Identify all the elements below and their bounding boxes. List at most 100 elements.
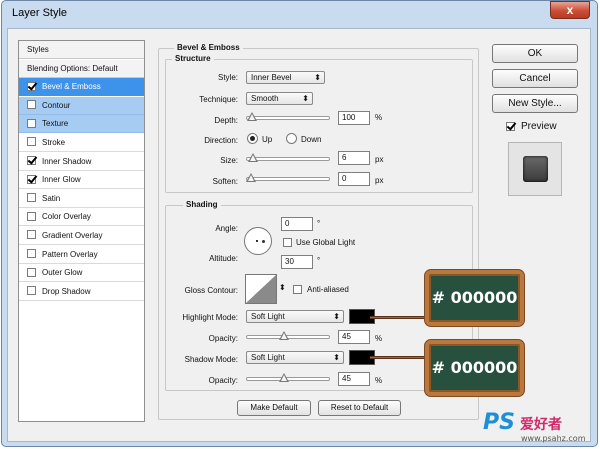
direction-down-radio[interactable] (286, 133, 297, 144)
preview-label: Preview (521, 121, 557, 132)
close-button[interactable]: x (550, 1, 590, 19)
use-global-light-label: Use Global Light (296, 238, 356, 247)
sidebar-item-label: Inner Shadow (42, 156, 92, 166)
highlight-opacity-thumb[interactable] (279, 331, 290, 340)
angle-dial-dot (262, 240, 265, 243)
technique-select[interactable]: Smooth (246, 92, 313, 105)
sidebar-item[interactable]: Contour (19, 96, 144, 115)
contour-curve (246, 275, 276, 303)
sidebar-item[interactable]: Stroke (19, 134, 144, 152)
size-slider-thumb[interactable] (248, 153, 259, 162)
soften-label: Soften: (212, 177, 238, 186)
sidebar-item[interactable]: Color Overlay (19, 208, 144, 227)
callout-text-1: # 000000 (431, 288, 518, 307)
sidebar-item[interactable]: Blending Options: Default (19, 59, 144, 78)
callout-sign-1: # 000000 (425, 270, 524, 326)
highlight-opacity-input[interactable]: 45 (338, 330, 370, 344)
shadow-mode-label: Shadow Mode: (184, 355, 238, 364)
panel-title: Bevel & Emboss (174, 43, 243, 52)
size-slider[interactable] (246, 153, 330, 162)
shadow-mode-select[interactable]: Soft Light (246, 351, 344, 364)
use-global-light-checkbox[interactable] (283, 238, 292, 247)
sidebar-item-checkbox[interactable] (27, 193, 36, 203)
shadow-opacity-unit: % (375, 376, 383, 385)
ok-button[interactable]: OK (492, 44, 578, 63)
sidebar-item-label: Bevel & Emboss (42, 82, 101, 92)
sidebar-item-label: Color Overlay (42, 212, 91, 222)
sidebar-item[interactable]: Inner Glow (19, 171, 144, 190)
gloss-contour-preview[interactable] (245, 274, 277, 304)
technique-label: Technique: (199, 95, 238, 104)
gloss-contour-dropdown-icon[interactable]: ⬍ (279, 283, 286, 292)
altitude-unit: ° (317, 256, 321, 265)
soften-slider-thumb[interactable] (246, 173, 256, 182)
sidebar-item-checkbox[interactable] (27, 155, 36, 165)
direction-up-radio[interactable] (247, 133, 258, 144)
soften-unit: px (375, 176, 384, 185)
sidebar-item-checkbox[interactable] (27, 118, 36, 128)
callout-text-2: # 000000 (431, 358, 518, 377)
depth-input[interactable]: 100 (338, 111, 370, 125)
shadow-opacity-slider[interactable] (246, 373, 330, 382)
preview-swatch (523, 156, 548, 182)
sidebar-item-checkbox[interactable] (27, 137, 36, 147)
depth-label: Depth: (214, 116, 238, 125)
style-label: Style: (217, 73, 238, 82)
direction-up-label: Up (262, 135, 273, 144)
angle-label: Angle: (215, 224, 238, 233)
sidebar-item[interactable]: Drop Shadow (19, 283, 144, 301)
sidebar-item[interactable]: Bevel & Emboss (19, 78, 144, 97)
make-default-button[interactable]: Make Default (237, 400, 311, 416)
highlight-mode-label: Highlight Mode: (182, 313, 238, 322)
direction-down-label: Down (301, 135, 322, 144)
angle-unit: ° (317, 219, 321, 228)
sidebar-item-checkbox[interactable] (27, 248, 36, 258)
size-unit: px (375, 155, 384, 164)
sidebar-item-checkbox[interactable] (27, 174, 36, 184)
angle-dial-center (256, 240, 258, 242)
sidebar-item[interactable]: Styles (19, 41, 144, 59)
depth-slider[interactable] (246, 112, 330, 121)
sidebar-item-checkbox[interactable] (27, 81, 36, 91)
altitude-label: Altitude: (209, 254, 238, 263)
angle-dial[interactable] (244, 227, 272, 255)
sidebar-item-label: Outer Glow (42, 268, 83, 278)
preview-checkbox[interactable] (506, 122, 515, 131)
style-select[interactable]: Inner Bevel (246, 71, 325, 84)
sidebar-item-label: Gradient Overlay (42, 231, 103, 240)
size-input[interactable]: 6 (338, 151, 370, 165)
shading-title: Shading (183, 200, 221, 209)
direction-label: Direction: (204, 136, 238, 145)
sidebar-item-checkbox[interactable] (27, 267, 36, 277)
shadow-opacity-thumb[interactable] (279, 373, 290, 382)
reset-to-default-button[interactable]: Reset to Default (318, 400, 401, 416)
sidebar-item-label: Pattern Overlay (42, 249, 98, 259)
angle-input[interactable]: 0 (281, 217, 313, 231)
sidebar-item-label: Blending Options: Default (27, 63, 118, 73)
window-title: Layer Style (12, 7, 68, 19)
new-style-button[interactable]: New Style... (492, 94, 578, 113)
sidebar-item[interactable]: Outer Glow (19, 264, 144, 283)
depth-slider-thumb[interactable] (246, 112, 257, 121)
sidebar-item-checkbox[interactable] (27, 100, 36, 110)
watermark-brand: PS (483, 410, 515, 435)
shadow-opacity-label: Opacity: (208, 376, 238, 385)
highlight-opacity-slider[interactable] (246, 331, 330, 340)
soften-slider[interactable] (246, 173, 330, 182)
soften-input[interactable]: 0 (338, 172, 370, 186)
sidebar-item[interactable]: Satin (19, 190, 144, 208)
structure-title: Structure (172, 54, 214, 63)
sidebar-item[interactable]: Inner Shadow (19, 153, 144, 171)
sidebar-item[interactable]: Texture (19, 115, 144, 134)
anti-aliased-checkbox[interactable] (293, 285, 302, 294)
cancel-button[interactable]: Cancel (492, 69, 578, 88)
sidebar-item-checkbox[interactable] (27, 211, 36, 221)
sidebar-item[interactable]: Pattern Overlay (19, 246, 144, 264)
preview-thumbnail (508, 142, 562, 196)
highlight-mode-select[interactable]: Soft Light (246, 310, 344, 323)
sidebar-item[interactable]: Gradient Overlay (19, 227, 144, 245)
altitude-input[interactable]: 30 (281, 255, 313, 269)
sidebar-item-checkbox[interactable] (27, 230, 36, 240)
sidebar-item-checkbox[interactable] (27, 286, 36, 296)
shadow-opacity-input[interactable]: 45 (338, 372, 370, 386)
